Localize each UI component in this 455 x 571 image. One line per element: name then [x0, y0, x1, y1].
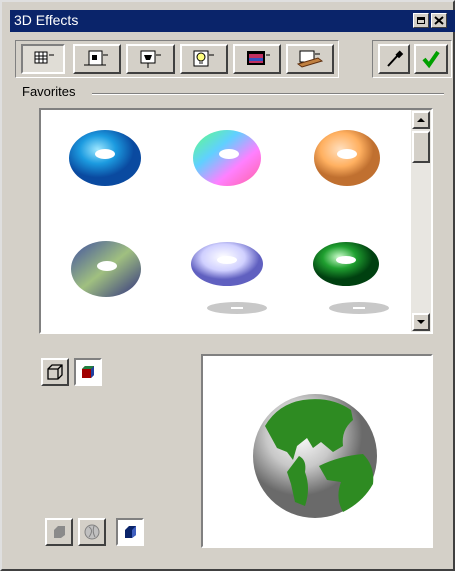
- wireframe-view-button[interactable]: [41, 358, 69, 386]
- close-button[interactable]: [431, 13, 447, 28]
- flat-shade-icon: [54, 526, 65, 538]
- solid-view-button[interactable]: [74, 358, 102, 386]
- blue-torus[interactable]: [69, 130, 141, 186]
- tab-light[interactable]: [180, 44, 228, 74]
- solid-cube-icon: [82, 366, 94, 378]
- wireframe-cube-icon: [47, 364, 63, 380]
- bevel-icon: [140, 50, 161, 68]
- smooth-shade-icon: [125, 526, 136, 538]
- arrow-up-icon: [417, 118, 425, 122]
- checkmark-icon: [422, 50, 440, 69]
- gallery-scrollbar[interactable]: [411, 110, 431, 332]
- smooth-shade-button[interactable]: [116, 518, 144, 546]
- scroll-down-button[interactable]: [412, 313, 430, 331]
- lighting-direction-icon: [84, 50, 108, 66]
- arrow-down-icon: [417, 320, 425, 324]
- grid-icon: [34, 51, 54, 64]
- minimize-icon: [417, 17, 425, 24]
- tab-material[interactable]: [286, 44, 334, 74]
- orange-torus[interactable]: [314, 130, 380, 186]
- globe-preview: [253, 394, 377, 518]
- white-torus[interactable]: [191, 242, 267, 314]
- scroll-thumb[interactable]: [412, 131, 430, 163]
- eyedropper-button[interactable]: [378, 44, 410, 74]
- favorites-label: Favorites: [22, 84, 80, 99]
- rainbow-torus[interactable]: [193, 130, 261, 186]
- window-title: 3D Effects: [14, 12, 79, 28]
- dark-blue-torus[interactable]: [71, 241, 141, 297]
- apply-button[interactable]: [414, 44, 448, 74]
- close-icon: [434, 16, 444, 25]
- title-bar[interactable]: 3D Effects: [10, 10, 455, 32]
- tab-texture[interactable]: [233, 44, 281, 74]
- texture-icon: [247, 51, 270, 65]
- gallery-items: [69, 130, 389, 314]
- tab-lighting[interactable]: [73, 44, 121, 74]
- light-bulb-icon: [193, 50, 214, 67]
- flat-shade-button[interactable]: [45, 518, 73, 546]
- group-divider: [92, 93, 444, 95]
- preview-pane: [201, 354, 433, 548]
- scroll-up-button[interactable]: [412, 111, 430, 129]
- effects-window: 3D Effects Favorites: [0, 0, 455, 571]
- eyedropper-icon: [387, 50, 404, 67]
- sphere-wire-icon: [84, 524, 100, 540]
- favorites-gallery[interactable]: [39, 108, 433, 334]
- minimize-button[interactable]: [413, 13, 429, 28]
- tab-bevel[interactable]: [126, 44, 175, 74]
- tab-favorites[interactable]: [21, 44, 65, 74]
- green-torus[interactable]: [313, 242, 389, 314]
- material-icon: [296, 50, 324, 68]
- wire-shade-button[interactable]: [78, 518, 106, 546]
